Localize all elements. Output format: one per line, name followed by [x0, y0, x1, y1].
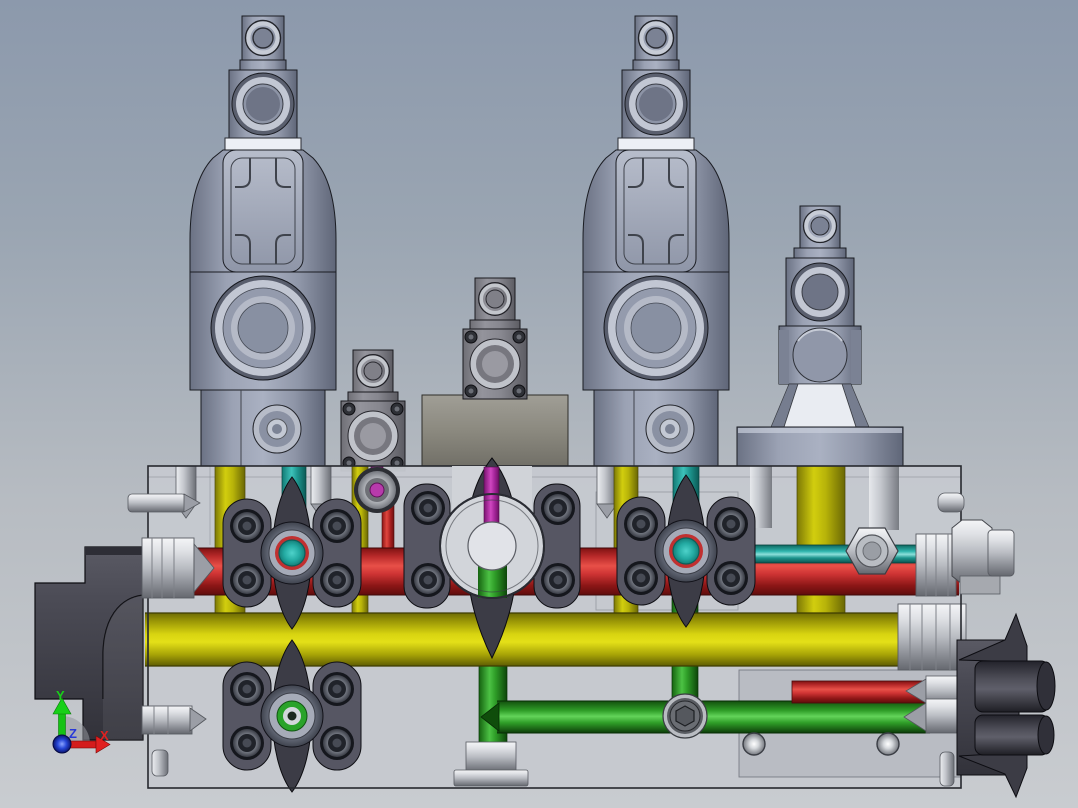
sae-flange-right[interactable] [617, 475, 755, 627]
stud-right-top[interactable] [937, 492, 965, 513]
cad-viewport[interactable]: Z Y X [0, 0, 1078, 808]
left-plug-top[interactable] [127, 493, 201, 513]
magenta-port-fitting[interactable] [354, 467, 400, 513]
axis-z-label: Z [69, 726, 77, 741]
axis-x-label: X [100, 728, 109, 743]
coupler-yellow-end[interactable] [897, 603, 967, 671]
right-port-housing[interactable] [956, 612, 1056, 799]
cavity-bore [869, 466, 899, 530]
solenoid-valve-right[interactable] [583, 16, 729, 466]
magenta-pipe-through-bore [483, 466, 500, 526]
sae-flange-bottom[interactable] [223, 640, 361, 792]
model-render: Z Y X [34, 0, 1056, 799]
pipe-yellow-main[interactable] [145, 612, 903, 667]
cartridge-valve-small-center[interactable] [461, 276, 529, 401]
stud-below-right[interactable] [939, 751, 955, 787]
stud-below-left[interactable] [151, 749, 169, 777]
mounting-box[interactable] [421, 394, 569, 468]
hex-socket-plug[interactable] [662, 693, 708, 739]
relief-valve-right[interactable] [736, 205, 904, 467]
dome-bolt[interactable] [742, 732, 766, 756]
sae-flange-left[interactable] [223, 477, 361, 629]
cartridge-valve-small-left[interactable] [339, 348, 407, 473]
axis-z-origin [52, 734, 72, 754]
solenoid-valve-left[interactable] [190, 16, 336, 466]
left-port-housing[interactable] [34, 546, 144, 741]
dome-bolt[interactable] [876, 732, 900, 756]
axis-y-label: Y [56, 688, 65, 703]
